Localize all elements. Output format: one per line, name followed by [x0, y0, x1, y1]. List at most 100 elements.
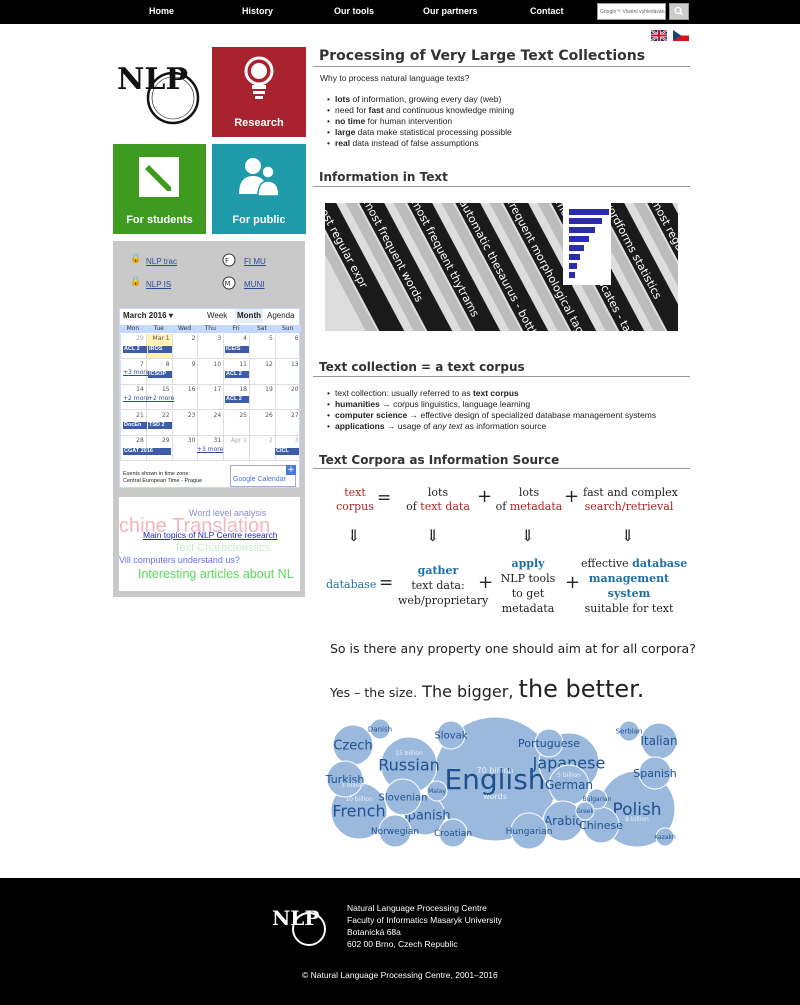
muni-icon: M — [222, 276, 236, 290]
calendar-day-cell[interactable]: 12 — [249, 359, 275, 385]
link-muni[interactable]: MUNI — [244, 280, 264, 289]
implies-arrow: ⇓ — [521, 526, 535, 545]
calendar-day-cell[interactable]: 10 — [197, 359, 224, 385]
bubble-note: 10 billion — [345, 796, 373, 803]
calendar-event[interactable]: DocEn — [123, 422, 147, 429]
calendar-event[interactable]: IROS — [148, 346, 172, 353]
calendar-view-month[interactable]: Month — [235, 309, 263, 323]
reasons-list: lots of information, growing every day (… — [327, 94, 514, 149]
calendar-event[interactable]: CICL — [275, 448, 299, 455]
language-label: German — [545, 778, 593, 792]
tag-text-characteristics[interactable]: Text Characteristics — [174, 542, 270, 554]
language-label: Spanish — [633, 767, 676, 780]
nav-home[interactable]: Home — [149, 6, 174, 16]
google-calendar-button[interactable]: + Google Calendar — [230, 465, 296, 487]
language-label: Croatian — [434, 829, 472, 839]
search-button[interactable] — [669, 3, 689, 20]
calendar-day-cell[interactable]: 26 — [249, 410, 275, 436]
nav-our-tools[interactable]: Our tools — [334, 6, 374, 16]
list-item: computer science → effective design of s… — [327, 410, 656, 421]
calendar-month-label[interactable]: March 2016 ▾ — [123, 309, 173, 323]
calendar-more-link[interactable]: +3 more — [197, 446, 223, 453]
calendar-more-link[interactable]: +2 more — [123, 395, 149, 402]
calendar-day-number: 2 — [191, 335, 196, 342]
calendar-day-number: 11 — [239, 360, 247, 368]
calendar-day-cell[interactable]: 19 — [249, 385, 275, 410]
footer-street: Botanická 68a — [347, 927, 401, 937]
calendar-event[interactable]: CGAT 2016 — [123, 448, 171, 455]
calendar-day-number: 22 — [161, 411, 170, 419]
tag-interesting-articles[interactable]: Interesting articles about NL — [138, 567, 294, 581]
link-nlp-is[interactable]: NLP IS — [146, 280, 171, 289]
timezone-value: Central European Time - Prague — [123, 478, 203, 484]
nlp-logo[interactable]: NLP — [113, 47, 206, 137]
calendar-day-number: 6 — [294, 335, 299, 342]
calendar-event[interactable]: TSD 2 — [148, 422, 172, 429]
czech-flag-icon[interactable] — [673, 30, 689, 41]
nav-history[interactable]: History — [242, 6, 273, 16]
tag-main-topics[interactable]: Main topics of NLP Centre research — [143, 530, 278, 540]
list-item: large data make statistical processing p… — [327, 127, 514, 138]
search-input[interactable]: Google™ Vlastní vyhledávání — [597, 3, 666, 20]
calendar-day-cell[interactable]: 20 — [274, 385, 301, 410]
link-fi-mu[interactable]: FI MU — [244, 257, 266, 266]
calendar-day-number: 28 — [136, 437, 144, 444]
calendar-day-cell[interactable]: 2 — [249, 436, 275, 461]
calendar-day-number: 14 — [136, 386, 144, 393]
slide-effective-dbms: effective database management system suitab… — [581, 557, 688, 615]
calendar-day-cell[interactable]: 9 — [171, 359, 198, 385]
add-icon[interactable]: + — [286, 465, 296, 475]
calendar-day-cell[interactable]: 16 — [171, 385, 198, 410]
tile-research[interactable]: Research — [212, 47, 306, 137]
tag-computers-understand[interactable]: Vill computers understand us? — [119, 555, 240, 565]
calendar-day-number: Mar 1 — [152, 335, 170, 342]
calendar-day-cell[interactable]: Apr 1 — [223, 436, 249, 461]
calendar-event[interactable]: ACL 2 — [225, 396, 249, 403]
nav-our-partners[interactable]: Our partners — [423, 6, 478, 16]
banner-bar — [569, 227, 595, 233]
language-label: Serbian — [616, 727, 643, 735]
calendar-event[interactable]: ACL 2 — [123, 346, 147, 353]
implies-arrow: ⇓ — [347, 526, 361, 545]
nav-contact[interactable]: Contact — [530, 6, 564, 16]
banner-bar — [569, 245, 584, 251]
section-title-collection: Text collection = a text corpus — [319, 360, 525, 374]
calendar-more-link[interactable]: +3 more — [123, 369, 149, 376]
language-label: Arabic — [544, 814, 582, 828]
calendar-day-number: 10 — [213, 360, 222, 368]
calendar-day-cell[interactable]: 13 — [274, 359, 301, 385]
tile-students[interactable]: For students — [113, 144, 206, 234]
svg-text:NLP: NLP — [272, 906, 319, 930]
calendar-day-cell[interactable]: 24 — [197, 410, 224, 436]
link-nlp-trac[interactable]: NLP trac — [146, 257, 177, 266]
tile-public-label: For public — [232, 214, 286, 226]
calendar-event[interactable]: ICSOP — [148, 371, 172, 378]
tile-public[interactable]: For public — [212, 144, 306, 234]
calendar-view-week[interactable]: Week — [207, 309, 227, 323]
calendar-view-agenda[interactable]: Agenda — [267, 309, 295, 323]
calendar-day-cell[interactable]: 25 — [223, 410, 249, 436]
calendar-day-cell[interactable]: 5 — [249, 334, 275, 359]
plus-sign: + — [477, 486, 493, 507]
calendar-day-number: 29 — [161, 437, 170, 444]
chevron-down-icon: ▾ — [168, 311, 173, 320]
calendar-more-link[interactable]: +2 more — [148, 395, 174, 402]
research-tag-cloud: Word level analysis chine Translation Ma… — [119, 497, 300, 591]
calendar-event[interactable]: ICEIS — [225, 346, 249, 353]
calendar-day-cell[interactable]: 27 — [274, 410, 301, 436]
list-item: text collection: usually referred to as … — [327, 388, 656, 399]
calendar-event[interactable]: ACL 2 — [225, 371, 249, 378]
search-icon — [674, 6, 684, 16]
calendar-day-cell[interactable]: 30 — [171, 436, 198, 461]
equals-sign: = — [379, 573, 394, 593]
calendar-day-cell[interactable]: 17 — [197, 385, 224, 410]
calendar-day-cell[interactable]: 2 — [171, 334, 198, 359]
calendar-day-number: 19 — [265, 386, 273, 393]
calendar-day-cell[interactable]: 23 — [171, 410, 198, 436]
calendar-day-number: 17 — [213, 386, 222, 393]
banner-bar — [569, 272, 575, 278]
calendar-day-cell[interactable]: 6 — [274, 334, 301, 359]
english-flag-icon[interactable] — [651, 30, 667, 41]
plus-sign: + — [565, 572, 581, 593]
calendar-day-cell[interactable]: 3 — [197, 334, 224, 359]
